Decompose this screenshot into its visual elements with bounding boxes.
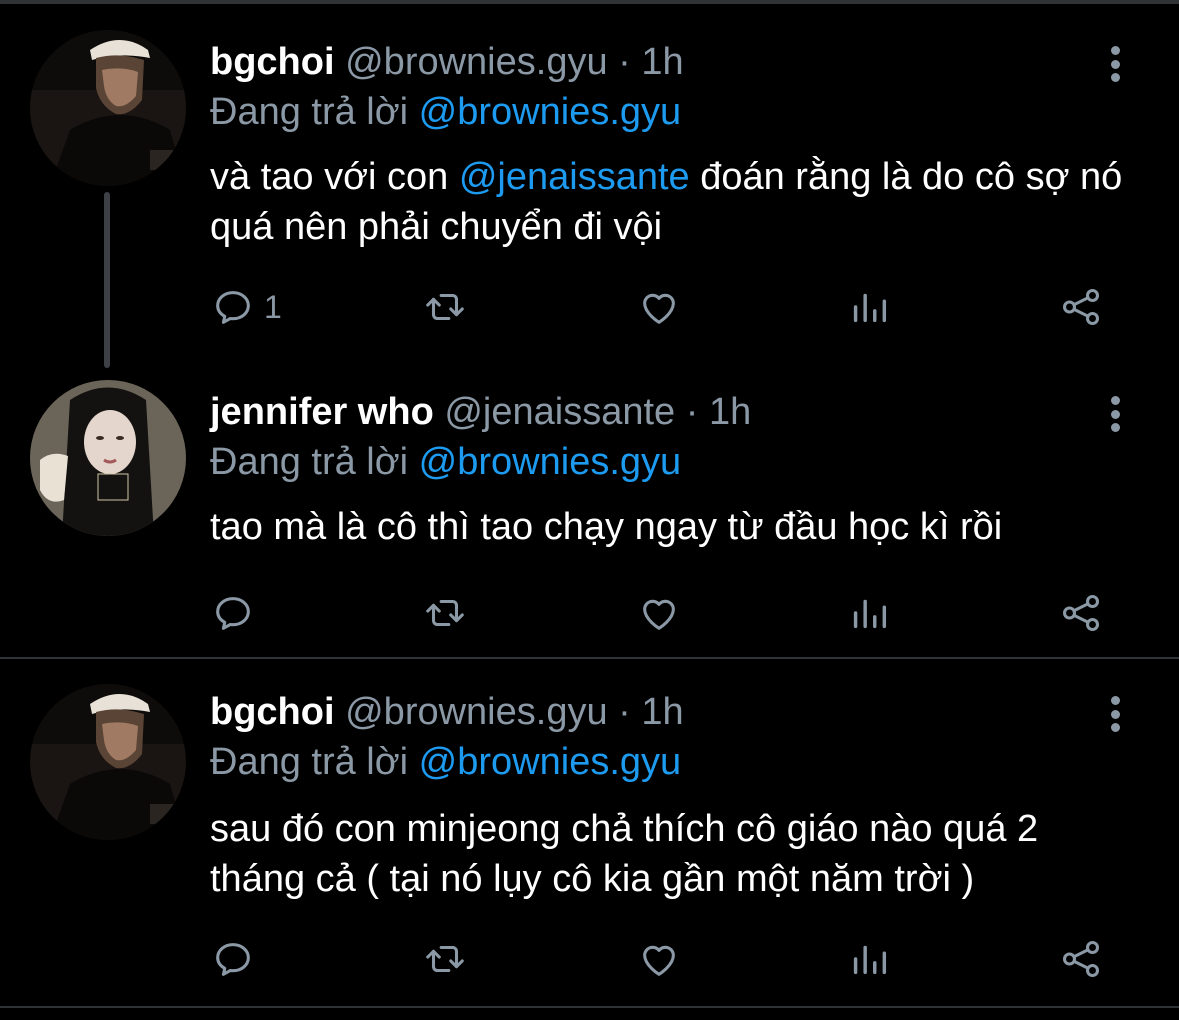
more-icon[interactable] — [1098, 42, 1132, 86]
tweet-1[interactable]: bgchoi @brownies.gyu · 1h Đang trả lời @… — [0, 30, 1179, 368]
reply-icon — [216, 291, 250, 324]
tweet-header: bgchoi @brownies.gyu · 1h — [210, 688, 684, 736]
timestamp[interactable]: 1h — [641, 691, 683, 733]
replying-to: Đang trả lời @brownies.gyu — [210, 438, 681, 486]
tweet-header: bgchoi @brownies.gyu · 1h — [210, 38, 684, 86]
tweet-text: và tao với con @jenaissante đoán rằng là… — [210, 152, 1140, 252]
reply-count: 1 — [264, 288, 282, 325]
like-icon — [643, 599, 675, 630]
views-button[interactable] — [846, 588, 892, 638]
replying-to-label: Đang trả lời — [210, 441, 409, 483]
like-button[interactable] — [636, 588, 682, 638]
tweet-3[interactable]: bgchoi @brownies.gyu · 1h Đang trả lời @… — [0, 684, 1179, 1004]
replying-to-link[interactable]: @brownies.gyu — [419, 741, 681, 783]
tweet-text: tao mà là cô thì tao chạy ngay từ đầu họ… — [210, 506, 1003, 548]
display-name[interactable]: jennifer who — [210, 391, 434, 433]
timestamp[interactable]: 1h — [641, 41, 683, 83]
tweet-header: jennifer who @jenaissante · 1h — [210, 388, 751, 436]
user-handle[interactable]: @brownies.gyu — [345, 691, 607, 733]
reply-button[interactable] — [210, 934, 264, 984]
share-icon — [1062, 940, 1100, 978]
tweet-text: sau đó con minjeong chả thích cô giáo nà… — [210, 808, 1039, 900]
views-button[interactable] — [846, 282, 892, 332]
user-avatar-girl-image — [30, 380, 186, 536]
share-button[interactable] — [1058, 588, 1104, 638]
action-bar — [210, 934, 1110, 984]
replying-to: Đang trả lời @brownies.gyu — [210, 88, 681, 136]
like-icon — [643, 945, 675, 976]
retweet-icon — [426, 945, 464, 973]
share-button[interactable] — [1058, 934, 1104, 984]
more-icon[interactable] — [1098, 692, 1132, 736]
replying-to: Đang trả lời @brownies.gyu — [210, 738, 681, 786]
reply-icon — [216, 943, 250, 976]
mention-link[interactable]: @jenaissante — [459, 156, 690, 198]
share-button[interactable] — [1058, 282, 1104, 332]
avatar[interactable] — [30, 684, 186, 840]
views-button[interactable] — [846, 934, 892, 984]
reply-icon — [216, 597, 250, 630]
like-icon — [643, 293, 675, 324]
separator-dot: · — [618, 691, 631, 733]
like-button[interactable] — [636, 282, 682, 332]
user-avatar-cap-image — [30, 30, 186, 186]
bottom-divider — [0, 1006, 1179, 1008]
thread-line — [104, 192, 110, 368]
avatar[interactable] — [30, 380, 186, 536]
views-icon — [853, 945, 887, 975]
retweet-button[interactable] — [422, 934, 468, 984]
timestamp[interactable]: 1h — [709, 391, 751, 433]
reply-button[interactable] — [210, 588, 264, 638]
retweet-icon — [426, 599, 464, 627]
tweet-text-part: và tao với con — [210, 156, 459, 198]
retweet-button[interactable] — [422, 282, 468, 332]
user-avatar-cap-image — [30, 684, 186, 840]
user-handle[interactable]: @brownies.gyu — [345, 41, 607, 83]
tweet-divider — [0, 657, 1179, 659]
share-icon — [1062, 594, 1100, 632]
display-name[interactable]: bgchoi — [210, 41, 335, 83]
retweet-button[interactable] — [422, 588, 468, 638]
separator-dot: · — [618, 41, 631, 83]
action-bar — [210, 588, 1110, 638]
replying-to-label: Đang trả lời — [210, 91, 409, 133]
like-button[interactable] — [636, 934, 682, 984]
user-handle[interactable]: @jenaissante — [444, 391, 675, 433]
separator-dot: · — [685, 391, 699, 433]
replying-to-link[interactable]: @brownies.gyu — [419, 91, 681, 133]
replying-to-label: Đang trả lời — [210, 741, 409, 783]
share-icon — [1062, 288, 1100, 326]
reply-button[interactable]: 1 — [210, 282, 282, 332]
replying-to-link[interactable]: @brownies.gyu — [419, 441, 681, 483]
display-name[interactable]: bgchoi — [210, 691, 335, 733]
views-icon — [853, 599, 887, 629]
top-divider — [0, 0, 1179, 4]
tweet-2[interactable]: jennifer who @jenaissante · 1h Đang trả … — [0, 380, 1179, 655]
retweet-icon — [426, 293, 464, 321]
views-icon — [853, 293, 887, 323]
action-bar: 1 — [210, 282, 1110, 332]
more-icon[interactable] — [1098, 392, 1132, 436]
avatar[interactable] — [30, 30, 186, 186]
